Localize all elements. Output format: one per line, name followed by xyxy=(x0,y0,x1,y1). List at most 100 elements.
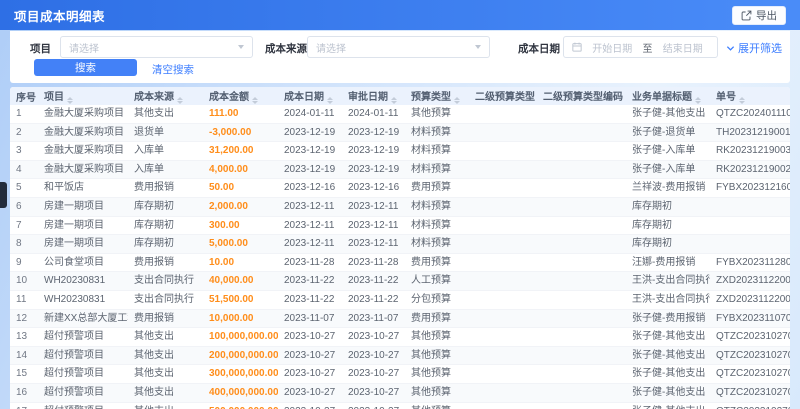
cell-3: 4,000.00 xyxy=(203,160,278,180)
cell-2: 退货单 xyxy=(128,123,203,143)
sort-caret-icon[interactable] xyxy=(177,96,183,105)
cell-10: FYBX20231128001 xyxy=(710,253,790,273)
cell-5: 2024-01-11 xyxy=(342,105,405,124)
column-header-10[interactable]: 单号 xyxy=(710,87,790,105)
cell-7 xyxy=(469,364,537,384)
cell-4: 2023-12-11 xyxy=(278,197,342,217)
cell-10: QTZC20231027002 xyxy=(710,364,790,384)
cell-2: 费用报销 xyxy=(128,178,203,198)
cell-9: 王洪-支出合同执行 xyxy=(626,290,710,310)
cell-7 xyxy=(469,197,537,217)
table-row: 9 公司食堂项目 费用报销 10.00 2023-11-28 2023-11-28 费用预算… xyxy=(10,253,790,273)
cell-8 xyxy=(537,346,626,366)
cell-0: 2 xyxy=(10,123,38,143)
cost-date-range-picker[interactable]: 开始日期 至 结束日期 xyxy=(563,36,718,58)
cell-8 xyxy=(537,271,626,291)
cell-1: 新建XX总部大厦工程二期 xyxy=(38,309,128,329)
cell-5: 2023-11-28 xyxy=(342,253,405,273)
project-select[interactable]: 请选择 xyxy=(60,36,253,58)
cell-8 xyxy=(537,178,626,198)
table-row: 8 房建一期项目 库存期初 5,000.00 2023-12-11 2023-12-11 材… xyxy=(10,234,790,254)
sort-caret-icon[interactable] xyxy=(454,96,460,105)
cell-5: 2023-11-07 xyxy=(342,309,405,329)
sort-caret-icon[interactable] xyxy=(391,96,397,105)
cell-10: QTZC20240111001 xyxy=(710,105,790,124)
column-header-label: 成本日期 xyxy=(284,91,324,103)
cell-0: 7 xyxy=(10,216,38,236)
cell-3: 300,000,000.00 xyxy=(203,364,278,384)
cell-3: 5,000.00 xyxy=(203,234,278,254)
cell-4: 2023-12-11 xyxy=(278,234,342,254)
cell-7 xyxy=(469,234,537,254)
cell-0: 6 xyxy=(10,197,38,217)
table-row: 3 金融大厦采购项目 入库单 31,200.00 2023-12-19 2023-12-1… xyxy=(10,141,790,161)
page-title: 项目成本明细表 xyxy=(14,9,106,24)
column-header-4[interactable]: 成本日期 xyxy=(278,87,342,105)
project-select-placeholder: 请选择 xyxy=(69,43,99,55)
cell-0: 11 xyxy=(10,290,38,310)
export-button[interactable]: 导出 xyxy=(732,5,786,25)
cell-6: 材料预算 xyxy=(405,197,469,217)
column-header-2[interactable]: 成本来源 xyxy=(128,87,203,105)
cell-3: 51,500.00 xyxy=(203,290,278,310)
cell-1: 金融大厦采购项目 xyxy=(38,160,128,180)
cost-source-select[interactable]: 请选择 xyxy=(307,36,490,58)
cell-4: 2023-10-27 xyxy=(278,383,342,403)
sort-caret-icon[interactable] xyxy=(327,96,333,105)
search-button[interactable]: 搜索 xyxy=(34,59,137,76)
column-header-9[interactable]: 业务单据标题 xyxy=(626,87,710,105)
cell-7 xyxy=(469,178,537,198)
cell-0: 1 xyxy=(10,105,38,124)
sort-caret-icon[interactable] xyxy=(252,96,258,105)
cell-8 xyxy=(537,197,626,217)
cell-5: 2023-12-11 xyxy=(342,234,405,254)
cell-5: 2023-12-19 xyxy=(342,141,405,161)
column-header-7[interactable]: 二级预算类型 xyxy=(469,87,537,105)
sort-caret-icon[interactable] xyxy=(739,96,745,105)
table-row: 14 超付预警项目 其他支出 200,000,000.00 2023-10-27 2023… xyxy=(10,346,790,366)
cell-3: 31,200.00 xyxy=(203,141,278,161)
cost-source-select-placeholder: 请选择 xyxy=(316,43,346,55)
drawer-handle[interactable] xyxy=(0,182,7,208)
sort-caret-icon[interactable] xyxy=(67,96,73,105)
cell-6: 其他预算 xyxy=(405,402,469,409)
expand-filters-link[interactable]: 展开筛选 xyxy=(726,40,782,56)
column-header-1[interactable]: 项目 xyxy=(38,87,128,105)
cell-9: 张子健-入库单 xyxy=(626,160,710,180)
sort-caret-icon[interactable] xyxy=(695,96,701,105)
clear-search-button[interactable]: 清空搜索 xyxy=(152,62,194,77)
column-header-8[interactable]: 二级预算类型编码 xyxy=(537,87,626,105)
cell-9: 库存期初 xyxy=(626,234,710,254)
column-header-label: 成本金额 xyxy=(209,91,249,103)
cell-5: 2023-12-19 xyxy=(342,160,405,180)
cell-10 xyxy=(710,216,790,236)
table-row: 17超付预警项目其他支出500,000,000.002023-10-272023… xyxy=(10,402,790,409)
cell-8 xyxy=(537,141,626,161)
cell-0: 9 xyxy=(10,253,38,273)
cell-6: 人工预算 xyxy=(405,271,469,291)
cell-6: 分包预算 xyxy=(405,290,469,310)
cell-6: 材料预算 xyxy=(405,123,469,143)
column-header-label: 预算类型 xyxy=(411,91,451,103)
cell-1: WH20230831 xyxy=(38,271,128,291)
cell-10: TH20231219001 xyxy=(710,123,790,143)
cell-6: 材料预算 xyxy=(405,234,469,254)
cell-2: 支出合同执行 xyxy=(128,271,203,291)
cell-1: 超付预警项目 xyxy=(38,327,128,347)
cell-10: QTZC20231027002 xyxy=(710,383,790,403)
cell-8 xyxy=(537,402,626,409)
cell-9: 张子健-其他支出 xyxy=(626,327,710,347)
table-row: 1 金融大厦采购项目 其他支出 111.00 2024-01-11 2024-01-11 其… xyxy=(10,105,790,124)
chevron-down-icon xyxy=(475,45,481,49)
column-header-5[interactable]: 审批日期 xyxy=(342,87,405,105)
cell-5: 2023-12-11 xyxy=(342,197,405,217)
column-header-3[interactable]: 成本金额 xyxy=(203,87,278,105)
column-header-6[interactable]: 预算类型 xyxy=(405,87,469,105)
cell-5: 2023-10-27 xyxy=(342,364,405,384)
cell-9: 库存期初 xyxy=(626,216,710,236)
cell-8 xyxy=(537,383,626,403)
cell-8 xyxy=(537,253,626,273)
cell-4: 2023-10-27 xyxy=(278,364,342,384)
table-row: 15 超付预警项目 其他支出 300,000,000.00 2023-10-27 2023… xyxy=(10,364,790,384)
cell-9: 库存期初 xyxy=(626,197,710,217)
